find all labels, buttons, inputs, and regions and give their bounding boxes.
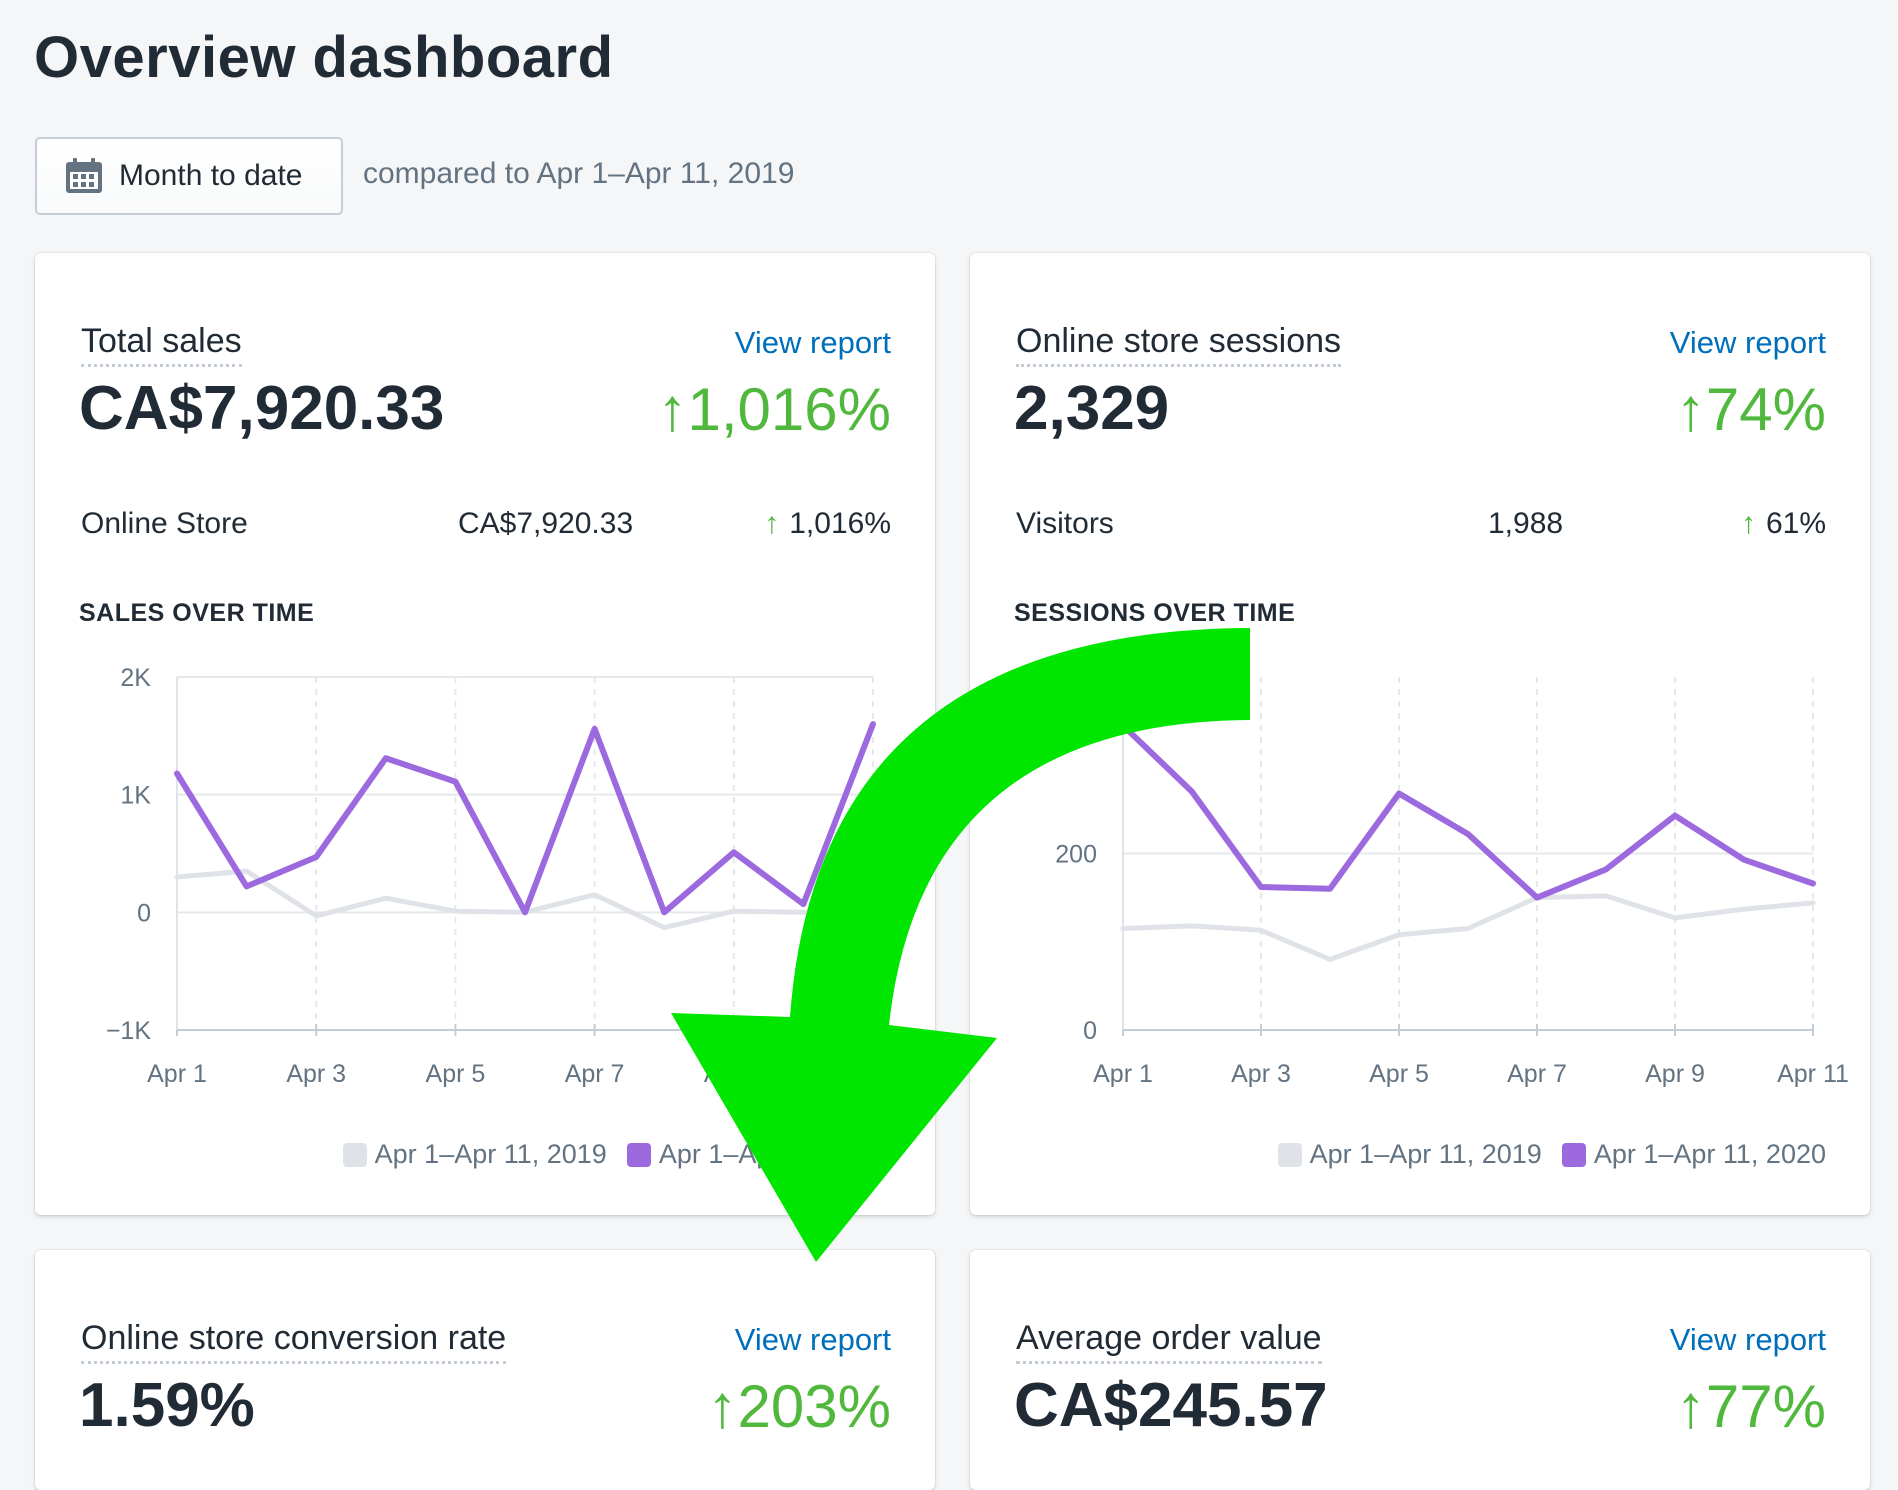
legend-swatch: [1561, 1142, 1586, 1167]
legend-label: Apr 1–Apr 11, 2019: [1309, 1139, 1542, 1169]
x-tick-label: Apr 5: [1369, 1060, 1429, 1088]
legend-swatch: [626, 1142, 651, 1167]
up-arrow-icon: ↑: [1675, 1373, 1706, 1440]
x-tick-label: Apr 11: [1777, 1060, 1849, 1088]
x-tick-label: Apr 3: [1231, 1060, 1291, 1088]
date-range-label: Month to date: [119, 159, 303, 192]
total-sales-card: Total sales View report CA$7,920.33 ↑1,0…: [35, 253, 935, 1215]
comparison-text: compared to Apr 1–Apr 11, 2019: [363, 157, 795, 190]
x-tick-label: Apr 7: [1507, 1060, 1567, 1088]
metric-change-value: 203%: [737, 1373, 891, 1440]
legend-label: Apr 1–Apr 11, 2019: [374, 1139, 607, 1169]
legend-item-previous[interactable]: Apr 1–Apr 11, 2019: [1277, 1139, 1542, 1170]
chart-legend: Apr 1–Apr 11, 2019 Apr 1–Apr 11, 2020: [1258, 1139, 1826, 1170]
x-tick-label: Apr 7: [565, 1060, 625, 1088]
metric-change: ↑77%: [1676, 1372, 1826, 1441]
y-tick-label: 2K: [120, 664, 151, 692]
x-tick-label: Apr 11: [837, 1060, 909, 1088]
x-tick-label: Apr 5: [426, 1060, 486, 1088]
view-report-link[interactable]: View report: [735, 1322, 891, 1358]
conversion-rate-card: Online store conversion rate View report…: [35, 1250, 935, 1490]
legend-label: Apr 1–Apr 11, 2020: [1593, 1139, 1826, 1169]
y-tick-label: 200: [1055, 841, 1097, 869]
legend-item-current[interactable]: Apr 1–Apr 11, 2020: [1561, 1139, 1826, 1170]
average-order-value-card: Average order value View report CA$245.5…: [970, 1250, 1870, 1490]
card-title[interactable]: Average order value: [1016, 1318, 1322, 1364]
legend-swatch: [1277, 1142, 1302, 1167]
sessions-over-time-chart: 200 0 Apr 1 Apr 3 Apr 5 Apr 7 Apr 9 Apr 11: [1055, 677, 1849, 1088]
page-title: Overview dashboard: [34, 25, 614, 90]
y-tick-label: 0: [137, 899, 151, 927]
chart-legend: Apr 1–Apr 11, 2019 Apr 1–Apr 11, 2020: [323, 1139, 891, 1170]
x-tick-label: Apr 1: [147, 1060, 207, 1088]
metric-value: 1.59%: [79, 1371, 255, 1440]
x-tick-label: Apr 3: [286, 1060, 346, 1088]
view-report-link[interactable]: View report: [1670, 1322, 1826, 1358]
series-line-previous: [1120, 893, 1816, 962]
sessions-card: Online store sessions View report 2,329 …: [970, 253, 1870, 1215]
legend-item-current[interactable]: Apr 1–Apr 11, 2020: [626, 1139, 891, 1170]
y-tick-label: 1K: [120, 782, 151, 810]
series-line-current: [1120, 722, 1816, 901]
legend-swatch: [342, 1142, 367, 1167]
x-tick-label: Apr 9: [1645, 1060, 1705, 1088]
calendar-icon: [66, 158, 102, 193]
metric-value: CA$245.57: [1014, 1371, 1328, 1440]
card-title[interactable]: Online store conversion rate: [81, 1318, 507, 1364]
legend-item-previous[interactable]: Apr 1–Apr 11, 2019: [342, 1139, 607, 1170]
series-line-current: [174, 721, 876, 916]
date-range-button[interactable]: Month to date: [35, 137, 343, 215]
metric-change-value: 77%: [1705, 1373, 1826, 1440]
sales-over-time-chart: 2K 1K 0 −1K Apr 1 Apr 3 Apr 5 Apr 7 Apr 9 Apr 11: [106, 664, 909, 1088]
legend-label: Apr 1–Apr 11, 2020: [658, 1139, 891, 1169]
up-arrow-icon: ↑: [707, 1373, 738, 1440]
metric-change: ↑203%: [708, 1372, 891, 1441]
x-tick-label: Apr 9: [704, 1060, 764, 1088]
y-tick-label: −1K: [106, 1017, 152, 1045]
y-tick-label: 0: [1083, 1017, 1097, 1045]
x-tick-label: Apr 1: [1093, 1060, 1153, 1088]
